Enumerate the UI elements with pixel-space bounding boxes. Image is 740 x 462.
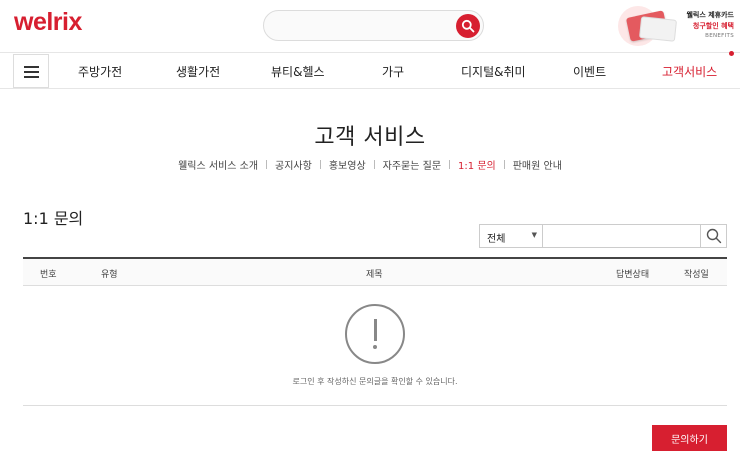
- card-benefits-banner[interactable]: 웰릭스 제휴카드 청구할인 혜택 BENEFITS: [614, 4, 740, 56]
- subnav-video[interactable]: 홍보영상: [329, 157, 366, 172]
- subnav-inquiry[interactable]: 1:1 문의: [458, 157, 496, 172]
- banner-line3: BENEFITS: [705, 33, 734, 39]
- banner-line1: 웰릭스 제휴카드: [686, 11, 734, 19]
- column-number: 번호: [40, 270, 57, 280]
- empty-message: 로그인 후 작성하신 문의글을 확인할 수 있습니다.: [292, 377, 458, 386]
- subnav-notice[interactable]: 공지사항: [275, 157, 312, 172]
- inquiry-table: 번호 유형 제목 답변상태 작성일 로그인 후 작성하신 문의글을 확인할 수 …: [23, 257, 727, 406]
- filter-search-input[interactable]: [542, 224, 701, 248]
- nav-item-living[interactable]: 생활가전: [176, 63, 220, 80]
- caret-down-icon: ▼: [531, 231, 537, 239]
- subnav-seller[interactable]: 판매원 안내: [513, 157, 562, 172]
- category-select[interactable]: 전체 ▼: [479, 224, 542, 248]
- search-button[interactable]: [456, 14, 480, 38]
- site-header: welrix 웰릭스 제휴카드 청구할인 혜택 BENEFITS: [0, 0, 740, 56]
- logo[interactable]: welrix: [14, 8, 82, 37]
- filter-search-button[interactable]: [700, 224, 727, 248]
- menu-button[interactable]: [13, 54, 49, 88]
- page-title: 고객 서비스: [314, 125, 426, 150]
- search-filter: 전체 ▼: [479, 224, 727, 248]
- main-nav: 주방가전 생활가전 뷰티&헬스 가구 디지털&취미 이벤트 고객서비스: [0, 53, 740, 89]
- table-header: 번호 유형 제목 답변상태 작성일: [23, 257, 727, 286]
- nav-item-kitchen[interactable]: 주방가전: [78, 63, 122, 80]
- credit-card-icon: [618, 6, 678, 46]
- category-select-value: 전체: [487, 234, 506, 245]
- column-date: 작성일: [684, 270, 709, 280]
- nav-item-customer-service[interactable]: 고객서비스: [662, 63, 717, 80]
- empty-state: 로그인 후 작성하신 문의글을 확인할 수 있습니다.: [23, 286, 727, 406]
- exclamation-circle-icon: [345, 304, 405, 364]
- sub-nav: 웰릭스 서비스 소개 공지사항 홍보영상 자주묻는 질문 1:1 문의 판매원 …: [0, 157, 740, 172]
- column-status: 답변상태: [616, 270, 650, 280]
- inquiry-button[interactable]: 문의하기: [652, 425, 727, 451]
- column-title: 제목: [366, 270, 383, 280]
- nav-item-beauty[interactable]: 뷰티&헬스: [271, 63, 325, 80]
- section-title: 1:1 문의: [23, 209, 84, 228]
- search-box: [263, 10, 484, 41]
- search-icon: [461, 19, 475, 33]
- nav-item-event[interactable]: 이벤트: [573, 63, 606, 80]
- subnav-faq[interactable]: 자주묻는 질문: [383, 157, 441, 172]
- search-icon: [706, 228, 721, 244]
- nav-item-furniture[interactable]: 가구: [382, 63, 404, 80]
- subnav-intro[interactable]: 웰릭스 서비스 소개: [178, 157, 258, 172]
- banner-line2: 청구할인 혜택: [692, 22, 734, 30]
- nav-item-digital[interactable]: 디지털&취미: [461, 63, 526, 80]
- search-input[interactable]: [276, 17, 456, 35]
- hamburger-menu-icon: [24, 66, 39, 68]
- column-type: 유형: [101, 270, 118, 280]
